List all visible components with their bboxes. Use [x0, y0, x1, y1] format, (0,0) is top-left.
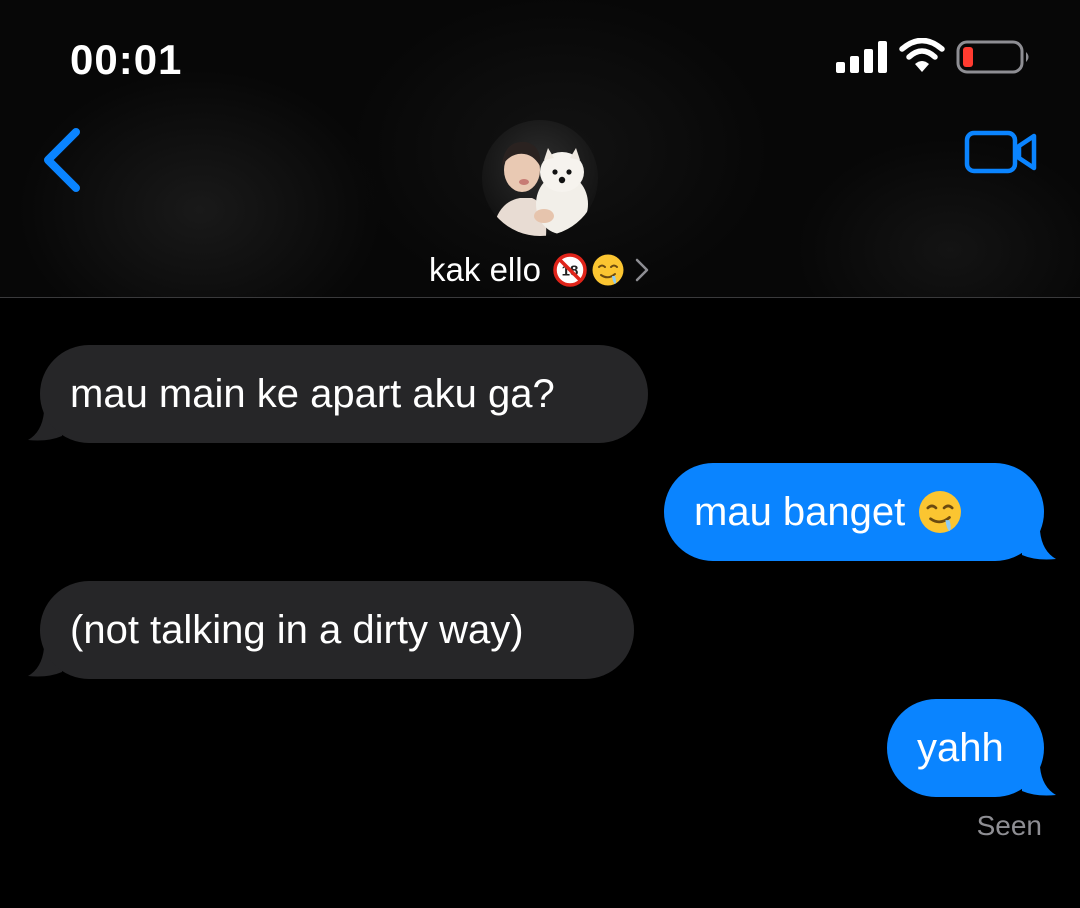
- signal-icon: [836, 41, 887, 73]
- message-bubble-sent[interactable]: mau banget: [664, 463, 1044, 561]
- message-text: (not talking in a dirty way): [70, 607, 524, 652]
- message-text: mau main ke apart aku ga?: [70, 371, 555, 416]
- avatar-photo-image: [482, 120, 598, 236]
- conversation-header: 00:01 kak ello: [0, 0, 1080, 298]
- message-bubble-received[interactable]: mau main ke apart aku ga?: [40, 345, 648, 443]
- back-chevron-icon[interactable]: [38, 124, 90, 196]
- header-divider: [0, 297, 1080, 298]
- message-bubble-sent[interactable]: yahh: [887, 699, 1044, 797]
- read-receipt: Seen: [976, 810, 1042, 841]
- contact-avatar[interactable]: [482, 120, 598, 236]
- message-text: mau banget: [694, 489, 906, 534]
- video-camera-icon[interactable]: [964, 128, 1038, 176]
- imessage-conversation-screen: 00:01 kak ello mau main ke apart aku ga?…: [0, 0, 1080, 908]
- drooling-face-emoji: [917, 489, 963, 535]
- message-text: yahh: [917, 725, 1004, 770]
- wifi-icon: [899, 38, 945, 72]
- no-one-under-eighteen-emoji: 18: [553, 253, 587, 287]
- contact-name-button[interactable]: kak ello 18: [0, 248, 1080, 292]
- contact-name: kak ello: [429, 251, 541, 288]
- status-time: 00:01: [70, 36, 183, 83]
- message-bubble-received[interactable]: (not talking in a dirty way): [40, 581, 634, 679]
- battery-low-icon: [956, 40, 1029, 74]
- chevron-right-icon: [635, 258, 649, 282]
- drooling-face-emoji: [591, 253, 625, 287]
